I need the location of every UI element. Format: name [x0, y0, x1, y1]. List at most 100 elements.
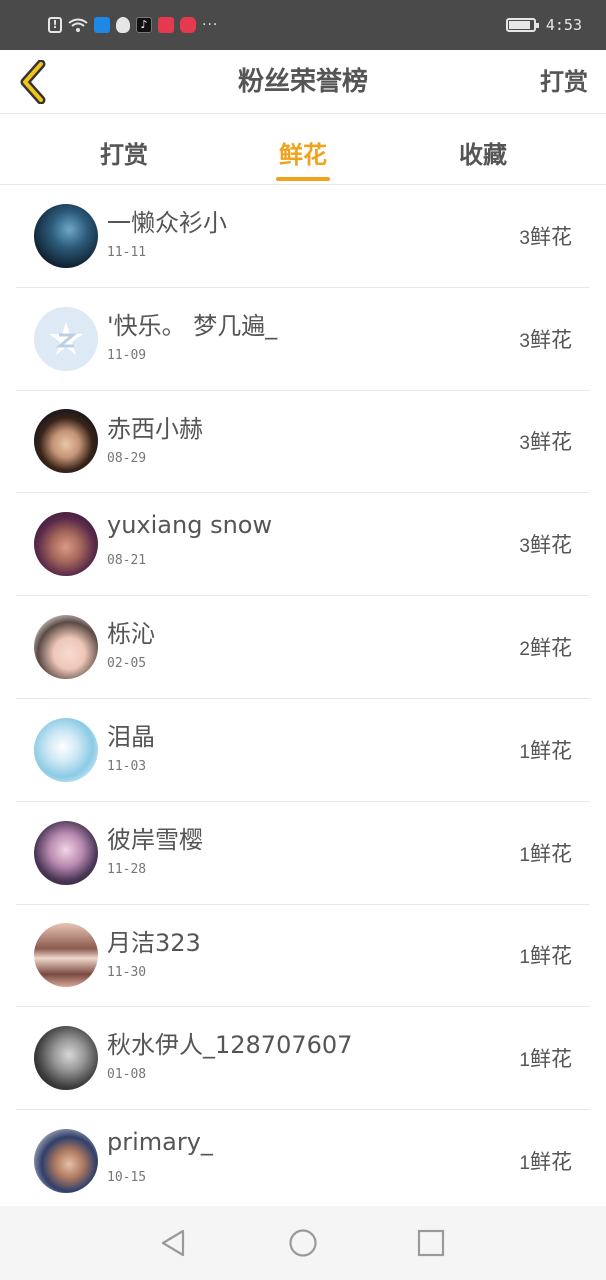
- red-app-icon: [180, 17, 196, 33]
- fan-date: 11-30: [107, 964, 147, 980]
- fan-name: 栎沁: [107, 620, 155, 649]
- flower-count: 3鲜花: [519, 426, 572, 456]
- count-unit: 鲜花: [530, 738, 572, 763]
- shield-app-icon: [94, 17, 110, 33]
- fan-date: 10-15: [107, 1170, 147, 1186]
- avatar: [34, 923, 98, 988]
- count-value: 2: [519, 639, 530, 661]
- count-unit: 鲜花: [530, 224, 572, 249]
- flower-count: 3鲜花: [519, 324, 572, 354]
- reward-button[interactable]: 打赏: [540, 50, 588, 114]
- tab-favorites[interactable]: 收藏: [413, 115, 553, 185]
- wifi-icon: [68, 18, 88, 32]
- default-avatar-icon: [49, 321, 83, 355]
- count-unit: 鲜花: [530, 944, 572, 969]
- list-item[interactable]: 赤西小赫 08-29 3鲜花: [16, 391, 590, 494]
- count-value: 1: [519, 741, 530, 763]
- count-unit: 鲜花: [530, 430, 572, 455]
- fan-name: primary_: [107, 1128, 213, 1157]
- list-item[interactable]: 栎沁 02-05 2鲜花: [16, 596, 590, 699]
- fan-date: 01-08: [107, 1067, 147, 1083]
- avatar: [34, 203, 98, 268]
- tab-flowers[interactable]: 鲜花: [233, 115, 373, 185]
- fan-name: '快乐。 梦几遍_: [107, 311, 278, 340]
- battery-fill: [508, 21, 531, 29]
- back-triangle-icon[interactable]: [158, 1228, 188, 1258]
- flower-count: 3鲜花: [519, 529, 572, 559]
- list-item[interactable]: 秋水伊人_128707607 01-08 1鲜花: [16, 1007, 590, 1111]
- list-item[interactable]: primary_ 10-15 1鲜花: [16, 1110, 590, 1213]
- list-item[interactable]: 一懒众衫小 11-11 3鲜花: [16, 185, 590, 288]
- flower-count: 1鲜花: [519, 940, 572, 970]
- fan-date: 02-05: [107, 656, 147, 672]
- avatar: [34, 615, 98, 680]
- list-item[interactable]: 泪晶 11-03 1鲜花: [16, 699, 590, 802]
- count-value: 3: [519, 330, 530, 352]
- battery-icon: [505, 18, 539, 32]
- calendar-app-icon: [158, 17, 174, 33]
- fan-name: 秋水伊人_128707607: [107, 1031, 353, 1060]
- count-unit: 鲜花: [530, 841, 572, 866]
- avatar: [34, 512, 98, 577]
- tab-bar: 打赏 鲜花 收藏: [0, 115, 606, 185]
- count-value: 1: [519, 947, 530, 969]
- count-unit: 鲜花: [530, 636, 572, 661]
- alert-icon: !: [48, 17, 62, 33]
- fan-name: 一懒众衫小: [107, 209, 227, 237]
- count-value: 1: [519, 1050, 530, 1072]
- list-item[interactable]: 彼岸雪樱 11-28 1鲜花: [16, 802, 590, 905]
- count-value: 3: [519, 536, 530, 558]
- count-value: 3: [519, 433, 530, 455]
- flower-count: 1鲜花: [519, 735, 572, 765]
- page-title: 粉丝荣誉榜: [237, 67, 368, 97]
- fan-name: 彼岸雪樱: [107, 825, 203, 854]
- tab-label: 收藏: [459, 141, 507, 169]
- list-item[interactable]: yuxiang snow 08-21 3鲜花: [16, 493, 590, 597]
- fan-date: 11-09: [107, 347, 147, 363]
- tab-label: 鲜花: [279, 141, 327, 169]
- count-unit: 鲜花: [530, 1150, 572, 1175]
- tab-reward[interactable]: 打赏: [54, 115, 194, 185]
- fan-list: 一懒众衫小 11-11 3鲜花 '快乐。 梦几遍_ 11-09 3鲜花 赤西小赫…: [0, 185, 606, 1213]
- list-item[interactable]: '快乐。 梦几遍_ 11-09 3鲜花: [16, 288, 590, 391]
- count-unit: 鲜花: [530, 327, 572, 352]
- flower-count: 1鲜花: [519, 1146, 572, 1176]
- flower-count: 1鲜花: [519, 1043, 572, 1073]
- fan-date: 11-28: [107, 861, 147, 877]
- avatar: [34, 717, 98, 782]
- fan-name: yuxiang snow: [107, 511, 273, 540]
- flower-count: 1鲜花: [519, 838, 572, 868]
- more-icon: ···: [202, 17, 219, 33]
- active-tab-indicator: [276, 177, 330, 181]
- qq-icon: [116, 17, 130, 33]
- count-unit: 鲜花: [530, 533, 572, 558]
- status-right: 4:53: [505, 14, 582, 36]
- system-nav-bar: [0, 1206, 606, 1280]
- count-value: 1: [519, 1153, 530, 1175]
- fan-date: 11-03: [107, 758, 147, 774]
- fan-date: 08-29: [107, 450, 147, 466]
- tiktok-icon: ♪: [136, 17, 152, 33]
- home-circle-icon[interactable]: [288, 1228, 318, 1258]
- recents-square-icon[interactable]: [416, 1228, 446, 1258]
- fan-date: 11-11: [107, 245, 147, 260]
- count-value: 3: [519, 227, 530, 249]
- count-unit: 鲜花: [530, 1047, 572, 1072]
- fan-name: 月洁323: [107, 928, 201, 957]
- flower-count: 2鲜花: [519, 632, 572, 662]
- avatar: [34, 820, 98, 885]
- status-time: 4:53: [545, 16, 582, 34]
- app-header: 粉丝荣誉榜 打赏: [0, 50, 606, 114]
- fan-name: 赤西小赫: [107, 414, 203, 443]
- fan-name: 泪晶: [107, 722, 155, 751]
- avatar: [34, 1129, 98, 1194]
- tab-label: 打赏: [100, 141, 148, 169]
- avatar: [34, 1026, 98, 1091]
- count-value: 1: [519, 844, 530, 866]
- avatar: [34, 409, 98, 474]
- list-item[interactable]: 月洁323 11-30 1鲜花: [16, 905, 590, 1008]
- fan-date: 08-21: [107, 553, 147, 569]
- flower-count: 3鲜花: [519, 221, 572, 251]
- status-icons: ! ♪ ···: [48, 14, 218, 36]
- avatar: [34, 306, 98, 371]
